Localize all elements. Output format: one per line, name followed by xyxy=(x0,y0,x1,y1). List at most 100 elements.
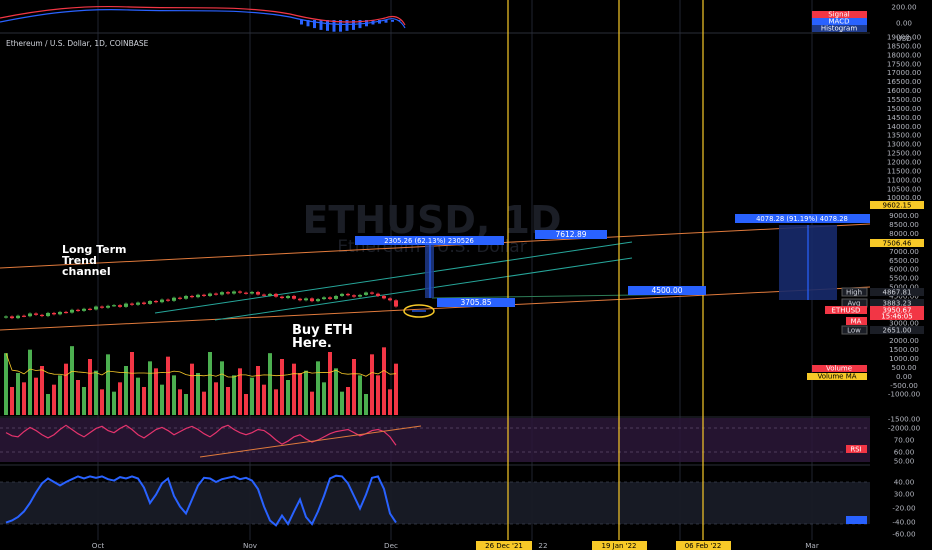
macd-hist-bar xyxy=(326,20,329,31)
candle xyxy=(82,308,86,311)
volume-bar xyxy=(370,354,374,415)
candle xyxy=(88,308,92,310)
volume-bar xyxy=(58,375,62,415)
volume-bar xyxy=(10,387,14,415)
candle xyxy=(232,291,236,294)
price-tick: 6000.00 xyxy=(889,265,919,274)
candle xyxy=(70,309,74,313)
volume-bar xyxy=(286,380,290,415)
candle xyxy=(112,305,116,307)
svg-text:2305.26 (62.13%) 230526: 2305.26 (62.13%) 230526 xyxy=(384,237,474,245)
histogram-label: Histogram xyxy=(821,25,857,33)
candle xyxy=(52,312,56,315)
price-tick: 30.00 xyxy=(894,490,915,499)
candle xyxy=(148,300,152,304)
macd-hist-bar xyxy=(319,20,323,30)
symbol-title: Ethereum / U.S. Dollar, 1D, COINBASE xyxy=(6,39,149,48)
candle xyxy=(370,292,374,294)
candle xyxy=(166,299,170,301)
usd-label: USD xyxy=(896,34,912,43)
volume-bar xyxy=(340,391,344,415)
volume-bar xyxy=(142,387,146,415)
volume-bar xyxy=(112,391,116,415)
candle xyxy=(190,295,194,298)
candle xyxy=(250,291,254,294)
candle xyxy=(328,297,332,299)
price-tick: 18000.00 xyxy=(887,50,922,59)
date-tag-dec26: 26 Dec '21 xyxy=(485,542,523,550)
volume-bar xyxy=(232,375,236,415)
price-tick: -1500.00 xyxy=(888,415,921,424)
macd-hist-bar xyxy=(300,20,303,25)
volume-label: Volume xyxy=(826,365,852,373)
volume-bar xyxy=(28,349,32,415)
rsi-band xyxy=(0,418,870,462)
volume-bar xyxy=(184,394,188,415)
candle xyxy=(352,295,356,297)
rsi-label: RSI xyxy=(850,446,861,454)
candle xyxy=(286,295,290,299)
price-tick: 50.00 xyxy=(894,457,915,466)
candle xyxy=(208,293,212,296)
price-tick: 16000.00 xyxy=(887,86,922,95)
candle xyxy=(358,294,362,297)
volume-bar xyxy=(130,352,134,415)
price-tick: 0.00 xyxy=(896,372,912,381)
price-tick: 60.00 xyxy=(894,448,915,457)
price-tick: 1000.00 xyxy=(889,354,919,363)
volume-bar xyxy=(64,363,68,415)
volume-bar xyxy=(280,359,284,415)
candle xyxy=(64,311,68,314)
price-tag-2: 7506.46 xyxy=(883,240,912,248)
target1-tag: 7612.89 xyxy=(535,230,607,239)
candle xyxy=(4,316,8,318)
ethusd-chart[interactable]: ETHUSD, 1D Ethereum / U.S. Dollar Ethere… xyxy=(0,0,932,550)
volume-bar xyxy=(220,361,224,415)
date-tag-jan19: 19 Jan '22 xyxy=(602,542,637,550)
time-tick-nov: Nov xyxy=(243,541,258,550)
candle xyxy=(262,294,266,296)
price-tick: 2000.00 xyxy=(889,336,919,345)
candle xyxy=(154,300,158,303)
candle xyxy=(40,314,44,317)
price-tick: 200.00 xyxy=(891,3,917,12)
volume-bar xyxy=(388,389,392,415)
volume-bar xyxy=(76,380,80,415)
price-tick: 1500.00 xyxy=(889,345,919,354)
volume-bar xyxy=(202,391,206,415)
candle xyxy=(394,300,398,307)
volume-bar xyxy=(178,389,182,415)
volume-bar xyxy=(22,382,26,415)
price-tick: 14000.00 xyxy=(887,122,922,131)
candle xyxy=(304,298,308,301)
candle xyxy=(124,303,128,307)
volume-bar xyxy=(334,368,338,415)
price-tick: 7000.00 xyxy=(889,247,919,256)
price-tick: -40.00 xyxy=(892,518,916,527)
volume-bar xyxy=(16,373,20,415)
volume-bar xyxy=(292,363,296,415)
price-tick: 0.00 xyxy=(896,19,912,28)
entry-tag: 3705.85 xyxy=(437,298,515,307)
volume-bar xyxy=(316,361,320,415)
price-tick: 13500.00 xyxy=(887,131,922,140)
low-value: 2651.00 xyxy=(883,327,912,335)
low-label: Low xyxy=(847,327,861,335)
volume-bar xyxy=(322,382,326,415)
volume-ma-label: Volume MA xyxy=(817,373,856,381)
volume-bar xyxy=(190,363,194,415)
price-tick: 13000.00 xyxy=(887,140,922,149)
candle xyxy=(118,305,122,307)
candle xyxy=(334,295,338,299)
oscillator-band xyxy=(0,482,870,524)
volume-bar xyxy=(382,347,386,415)
volume-bar xyxy=(70,346,74,415)
candle xyxy=(136,302,140,305)
candle xyxy=(202,294,206,296)
volume-bar xyxy=(364,394,368,415)
volume-bar xyxy=(94,370,98,415)
volume-bar xyxy=(250,377,254,415)
macd-hist-bar xyxy=(391,20,394,22)
price-tick: 15500.00 xyxy=(887,95,922,104)
price-tick: 11500.00 xyxy=(887,166,922,175)
